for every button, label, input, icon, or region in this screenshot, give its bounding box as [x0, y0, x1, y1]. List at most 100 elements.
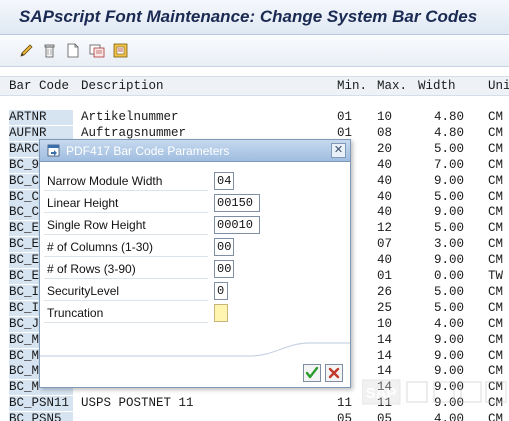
max-cell: 08 — [377, 125, 393, 140]
unit-cell: CM — [488, 284, 504, 299]
dialog-field-row: # of Columns (1-30) 00 — [44, 237, 344, 258]
bar-code-cell: BC_PSN11 — [9, 396, 73, 412]
transport-icon[interactable] — [112, 42, 129, 59]
dialog-field-row: SecurityLevel 0 — [44, 281, 344, 302]
unit-cell: CM — [488, 157, 504, 172]
width-cell: 9.00 — [434, 253, 465, 268]
field-label: Linear Height — [44, 193, 208, 213]
table-row[interactable]: BC_PSN5 05 05 4.00 CM — [0, 412, 509, 421]
max-cell: 01 — [377, 269, 393, 283]
field-input[interactable]: 00 — [214, 238, 234, 256]
dialog-window-icon — [47, 144, 60, 162]
width-cell: 3.00 — [434, 237, 465, 252]
unit-cell: CM — [488, 221, 504, 236]
field-input[interactable]: 00150 — [214, 194, 260, 212]
max-cell: 40 — [377, 157, 393, 172]
title-bar: SAPscript Font Maintenance: Change Syste… — [0, 0, 509, 35]
max-cell: 12 — [377, 221, 393, 236]
width-cell: 4.00 — [434, 412, 465, 421]
width-cell: 7.00 — [434, 157, 465, 172]
watermark-text: SAP — [366, 385, 397, 402]
width-cell: 5.00 — [434, 189, 465, 204]
confirm-button[interactable] — [303, 364, 321, 382]
sap-watermark: SAP — [361, 378, 508, 408]
header-unit[interactable]: Uni — [488, 79, 509, 93]
close-icon[interactable]: ✕ — [331, 143, 346, 158]
bar-code-cell: ARTNR — [9, 110, 73, 125]
min-cell: 11 — [337, 396, 353, 411]
dialog-field-row: Truncation — [44, 303, 344, 324]
unit-cell: CM — [488, 141, 504, 156]
cancel-x-icon — [328, 367, 340, 379]
cancel-button[interactable] — [325, 364, 343, 382]
min-cell: 01 — [337, 110, 353, 124]
header-bar-code[interactable]: Bar Code — [9, 79, 69, 93]
unit-cell: CM — [488, 253, 504, 268]
bar-code-cell: BC_PSN5 — [9, 412, 73, 421]
field-input[interactable]: 04 — [214, 172, 234, 190]
field-label: # of Columns (1-30) — [44, 237, 208, 257]
max-cell: 25 — [377, 300, 393, 315]
unit-cell: TW — [488, 269, 504, 283]
field-label: Single Row Height — [44, 215, 208, 235]
unit-cell: CM — [488, 412, 504, 421]
checkmark-icon — [305, 366, 319, 379]
header-max[interactable]: Max. — [377, 79, 407, 93]
pencil-icon[interactable] — [18, 42, 35, 59]
field-input[interactable]: 00010 — [214, 216, 260, 234]
width-cell: 9.00 — [434, 173, 465, 188]
unit-cell: CM — [488, 189, 504, 204]
max-cell: 40 — [377, 189, 393, 204]
max-cell: 14 — [377, 348, 393, 363]
unit-cell: CM — [488, 173, 504, 188]
field-label: SecurityLevel — [44, 281, 208, 301]
header-min[interactable]: Min. — [337, 79, 367, 93]
max-cell: 40 — [377, 253, 393, 268]
unit-cell: CM — [488, 205, 504, 220]
max-cell: 26 — [377, 284, 393, 299]
header-width[interactable]: Width — [418, 79, 456, 93]
table-row[interactable]: ARTNR Artikelnummer 01 10 4.80 CM — [0, 110, 509, 125]
field-label: Narrow Module Width — [44, 171, 208, 191]
max-cell: 07 — [377, 237, 393, 252]
field-input[interactable]: 00 — [214, 260, 234, 278]
application-toolbar — [0, 35, 509, 67]
header-description[interactable]: Description — [81, 79, 164, 93]
window-title: SAPscript Font Maintenance: Change Syste… — [19, 7, 478, 26]
max-cell: 10 — [377, 316, 393, 331]
width-cell: 5.00 — [434, 300, 465, 315]
dialog-field-row: Narrow Module Width 04 — [44, 171, 344, 192]
unit-cell: CM — [488, 110, 504, 124]
unit-cell: CM — [488, 332, 504, 347]
width-cell: 9.00 — [434, 205, 465, 220]
max-cell: 05 — [377, 412, 393, 421]
field-label: # of Rows (3-90) — [44, 259, 208, 279]
print-preview-icon[interactable] — [88, 42, 105, 59]
dialog-title-bar: PDF417 Bar Code Parameters ✕ — [40, 140, 350, 162]
unit-cell: CM — [488, 237, 504, 252]
width-cell: 4.80 — [434, 125, 465, 140]
unit-cell: CM — [488, 125, 504, 140]
dialog-field-row: Linear Height 00150 — [44, 193, 344, 214]
width-cell: 5.00 — [434, 221, 465, 236]
dialog-field-row: # of Rows (3-90) 00 — [44, 259, 344, 280]
field-input[interactable] — [214, 304, 228, 322]
width-cell: 0.00 — [434, 269, 465, 283]
dialog-footer-divider — [40, 342, 350, 357]
max-cell: 40 — [377, 205, 393, 220]
pdf417-parameters-dialog: PDF417 Bar Code Parameters ✕ Narrow Modu… — [39, 139, 351, 388]
trash-icon[interactable] — [41, 42, 58, 59]
width-cell: 5.00 — [434, 141, 465, 156]
unit-cell: CM — [488, 300, 504, 315]
max-cell: 40 — [377, 173, 393, 188]
list-header: Bar Code Description Min. Max. Width Uni — [0, 76, 509, 96]
unit-cell: CM — [488, 316, 504, 331]
dialog-title: PDF417 Bar Code Parameters — [66, 144, 230, 158]
max-cell: 14 — [377, 332, 393, 347]
description-cell: Artikelnummer — [81, 110, 179, 124]
field-input[interactable]: 0 — [214, 282, 228, 300]
field-label: Truncation — [44, 303, 208, 323]
max-cell: 10 — [377, 110, 393, 124]
width-cell: 9.00 — [434, 332, 465, 347]
new-document-icon[interactable] — [64, 42, 81, 59]
